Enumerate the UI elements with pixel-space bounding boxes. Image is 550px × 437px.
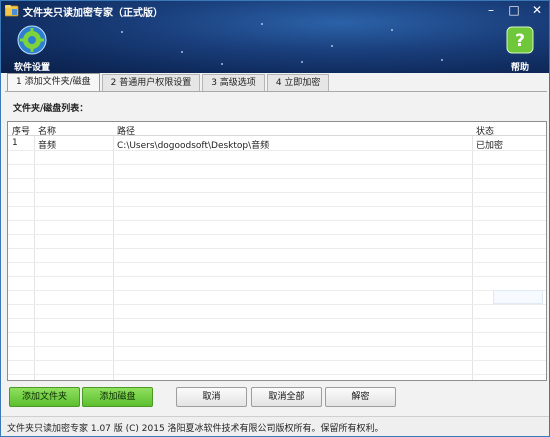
column-header-path[interactable]: 路径: [117, 124, 135, 137]
status-bar: 文件夹只读加密专家 1.07 版 (C) 2015 洛阳夏冰软件技术有限公司版权…: [1, 416, 549, 436]
column-divider: [113, 122, 114, 380]
svg-text:?: ?: [515, 31, 525, 51]
settings-button[interactable]: 软件设置: [9, 25, 55, 73]
decrypt-button[interactable]: 解密: [325, 387, 396, 407]
add-disk-button[interactable]: 添加磁盘: [82, 387, 153, 407]
folder-disk-list[interactable]: 序号 名称 路径 状态 1 音频 C:\Users\dogoodsoft\Des…: [7, 121, 547, 381]
tab-advanced-options[interactable]: 3 高级选项: [202, 74, 265, 91]
list-section-label: 文件夹/磁盘列表：: [13, 104, 89, 114]
minimize-icon[interactable]: –: [481, 2, 501, 18]
title-bar: 文件夹只读加密专家（正式版） – □ ✕: [1, 1, 549, 21]
tab-encrypt-now[interactable]: 4 立即加密: [266, 74, 330, 91]
column-divider: [34, 122, 35, 380]
cancel-button[interactable]: 取消: [176, 387, 247, 407]
column-header-index[interactable]: 序号: [12, 124, 30, 137]
maximize-icon[interactable]: □: [504, 2, 524, 18]
tab-bar: 1 添加文件夹/磁盘 2 普通用户权限设置 3 高级选项 4 立即加密: [7, 73, 331, 92]
window-title: 文件夹只读加密专家（正式版）: [23, 8, 163, 19]
tab-add-folder-disk[interactable]: 1 添加文件夹/磁盘: [7, 73, 100, 92]
settings-label: 软件设置: [13, 63, 50, 73]
column-divider: [472, 122, 473, 380]
table-header: 序号 名称 路径 状态: [8, 122, 546, 137]
help-label: 帮助: [510, 63, 529, 73]
column-header-status[interactable]: 状态: [476, 124, 494, 137]
app-folder-icon: [5, 5, 19, 17]
column-header-name[interactable]: 名称: [38, 124, 56, 137]
app-window: 文件夹只读加密专家（正式版） – □ ✕ 软件设置 ? 帮助 1 添加文件夹/磁…: [0, 0, 550, 437]
help-icon: ?: [506, 26, 534, 54]
tab-user-permissions[interactable]: 2 普通用户权限设置: [101, 74, 201, 91]
faint-watermark: [493, 290, 543, 304]
cancel-all-button[interactable]: 取消全部: [251, 387, 322, 407]
add-folder-button[interactable]: 添加文件夹: [9, 387, 80, 407]
close-icon[interactable]: ✕: [527, 2, 547, 18]
gear-icon: [17, 25, 47, 55]
table-row[interactable]: 1 音频 C:\Users\dogoodsoft\Desktop\音频 已加密: [8, 137, 546, 151]
status-text: 文件夹只读加密专家 1.07 版 (C) 2015 洛阳夏冰软件技术有限公司版权…: [7, 424, 384, 434]
row-index: 1: [12, 138, 18, 148]
help-button[interactable]: ? 帮助: [497, 25, 543, 73]
tab-panel-border: [5, 91, 547, 92]
header-banner: 文件夹只读加密专家（正式版） – □ ✕ 软件设置 ? 帮助: [1, 1, 549, 73]
